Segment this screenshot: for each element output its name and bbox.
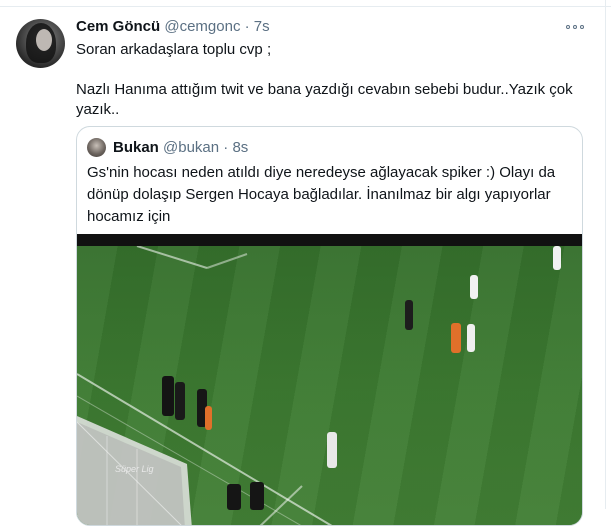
pitch-lines [77, 246, 333, 525]
quoted-tweet-text: Gs'nin hocası neden atıldı diye neredeys… [87, 164, 556, 225]
quoted-separator-dot: · [223, 139, 229, 156]
video-player[interactable]: Süper Lig [77, 234, 582, 525]
ellipsis-icon[interactable] [566, 20, 584, 34]
video-letterbox [77, 234, 582, 246]
tweet-text-line1: Soran arkadaşlara toplu cvp ; [76, 41, 272, 58]
right-divider [605, 0, 606, 509]
video-frame [77, 246, 582, 525]
top-divider [0, 6, 611, 7]
author-name[interactable]: Cem Göncü [76, 18, 160, 35]
separator-dot: · [244, 18, 250, 35]
tweet-header: Cem Göncü @cemgonc · 7s [76, 18, 270, 35]
quoted-author-name: Bukan [113, 139, 159, 156]
quoted-tweet[interactable]: Bukan @bukan · 8s Gs'nin hocası neden at… [76, 126, 583, 526]
tweet-text-line2: Nazlı Hanıma attığım twit ve bana yazdığ… [76, 81, 573, 118]
author-avatar[interactable] [16, 19, 65, 68]
tweet-time[interactable]: 7s [254, 18, 270, 35]
quoted-tweet-header: Bukan @bukan · 8s [113, 139, 248, 156]
author-handle[interactable]: @cemgonc [164, 18, 240, 35]
video-watermark: Süper Lig [115, 464, 154, 474]
quoted-author-handle: @bukan [163, 139, 220, 156]
quoted-author-avatar [87, 138, 106, 157]
tweet-text: Soran arkadaşlara toplu cvp ; Nazlı Hanı… [76, 40, 576, 120]
quoted-tweet-time: 8s [232, 139, 249, 156]
